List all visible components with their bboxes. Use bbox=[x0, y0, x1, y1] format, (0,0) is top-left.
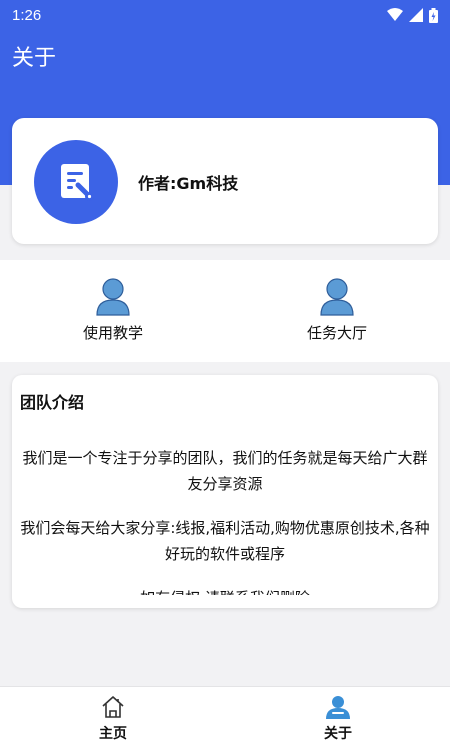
nav-about[interactable]: 关于 bbox=[288, 695, 388, 743]
home-icon bbox=[102, 696, 124, 718]
team-intro-title: 团队介绍 bbox=[20, 393, 85, 412]
team-intro-paragraph: 我们是一个专注于分享的团队，我们的任务就是每天给广大群友分享资源 bbox=[22, 449, 428, 493]
shortcut-bar: 使用教学 任务大厅 bbox=[0, 260, 450, 362]
bottom-nav: 主页 关于 bbox=[0, 686, 450, 750]
person-icon bbox=[326, 696, 350, 719]
person-icon bbox=[96, 278, 130, 316]
signal-icon bbox=[409, 8, 423, 22]
status-icons bbox=[387, 7, 438, 23]
author-name: 作者:Gm科技 bbox=[138, 174, 239, 193]
team-intro-body[interactable]: 我们是一个专注于分享的团队，我们的任务就是每天给广大群友分享资源 我们会每天给大… bbox=[20, 445, 430, 595]
status-time: 1:26 bbox=[12, 6, 42, 24]
nav-home[interactable]: 主页 bbox=[63, 695, 163, 743]
shortcut-tutorial-label: 使用教学 bbox=[82, 324, 143, 342]
page-title: 关于 bbox=[12, 46, 57, 71]
nav-home-label: 主页 bbox=[99, 726, 127, 742]
author-avatar bbox=[34, 140, 118, 224]
nav-about-label: 关于 bbox=[324, 726, 352, 742]
shortcut-tutorial[interactable]: 使用教学 bbox=[43, 278, 183, 343]
team-intro-card: 团队介绍 我们是一个专注于分享的团队，我们的任务就是每天给广大群友分享资源 我们… bbox=[12, 375, 438, 608]
shortcut-task-hall[interactable]: 任务大厅 bbox=[267, 278, 407, 343]
author-card: 作者:Gm科技 bbox=[12, 118, 438, 244]
document-wrench-icon bbox=[61, 164, 94, 201]
status-bar: 1:26 bbox=[0, 0, 450, 30]
shortcut-task-hall-label: 任务大厅 bbox=[306, 324, 367, 342]
person-icon bbox=[320, 278, 354, 316]
team-intro-paragraph: 如有侵权,请联系我们删除 bbox=[20, 585, 430, 595]
wifi-icon bbox=[387, 8, 403, 21]
team-intro-paragraph: 我们会每天给大家分享:线报,福利活动,购物优惠原创技术,各种好玩的软件或程序 bbox=[20, 519, 430, 563]
battery-icon bbox=[429, 7, 438, 23]
